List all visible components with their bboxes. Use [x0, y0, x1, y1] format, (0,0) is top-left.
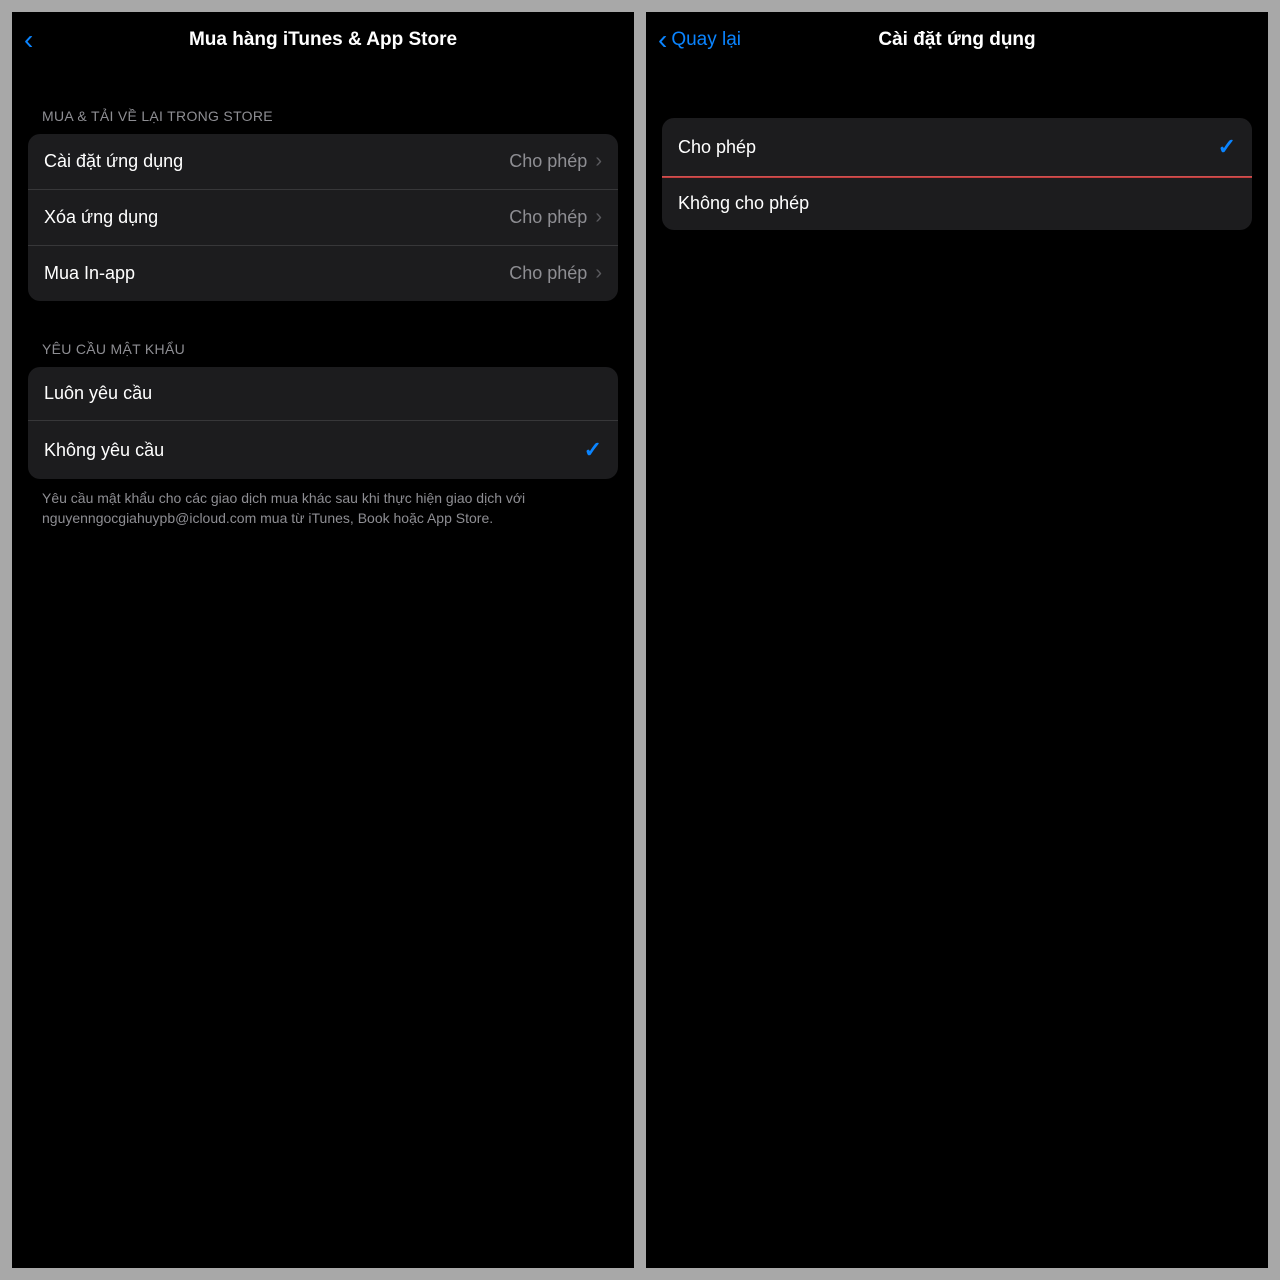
section-header-purchases: MUA & TẢI VỀ LẠI TRONG STORE	[12, 108, 634, 134]
row-label: Không yêu cầu	[44, 440, 164, 461]
row-always-require[interactable]: Luôn yêu cầu	[28, 367, 618, 420]
row-value: Cho phép	[509, 151, 587, 172]
checkmark-icon: ✓	[584, 437, 602, 463]
nav-bar: ‹ Quay lại Cài đặt ứng dụng	[646, 12, 1268, 68]
row-label: Cho phép	[678, 137, 756, 158]
row-label: Mua In-app	[44, 263, 135, 284]
chevron-left-icon: ‹	[658, 26, 667, 54]
back-button[interactable]: ‹ Quay lại	[658, 26, 741, 54]
checkmark-icon: ✓	[1218, 134, 1236, 160]
right-panel: ‹ Quay lại Cài đặt ứng dụng Cho phép ✓ K…	[646, 12, 1268, 1268]
page-title: Mua hàng iTunes & App Store	[24, 29, 622, 51]
chevron-right-icon: ›	[595, 262, 602, 285]
row-label: Xóa ứng dụng	[44, 207, 158, 228]
chevron-right-icon: ›	[595, 150, 602, 173]
nav-bar: ‹ Mua hàng iTunes & App Store	[12, 12, 634, 68]
row-value: Cho phép	[509, 263, 587, 284]
section-header-password: YÊU CẦU MẬT KHẨU	[12, 341, 634, 367]
chevron-left-icon: ‹	[24, 26, 33, 54]
row-allow[interactable]: Cho phép ✓	[662, 118, 1252, 176]
group-allow-options: Cho phép ✓ Không cho phép	[662, 118, 1252, 230]
group-purchases: Cài đặt ứng dụng Cho phép › Xóa ứng dụng…	[28, 134, 618, 301]
left-panel: ‹ Mua hàng iTunes & App Store MUA & TẢI …	[12, 12, 634, 1268]
section-footer: Yêu cầu mật khẩu cho các giao dịch mua k…	[12, 479, 634, 528]
row-label: Không cho phép	[678, 193, 809, 214]
back-label: Quay lại	[671, 29, 741, 51]
row-label: Cài đặt ứng dụng	[44, 151, 183, 172]
row-label: Luôn yêu cầu	[44, 383, 152, 404]
row-install-apps[interactable]: Cài đặt ứng dụng Cho phép ›	[28, 134, 618, 189]
row-value: Cho phép	[509, 207, 587, 228]
page-title: Cài đặt ứng dụng	[658, 29, 1256, 51]
row-dont-allow[interactable]: Không cho phép	[662, 176, 1252, 230]
chevron-right-icon: ›	[595, 206, 602, 229]
row-delete-apps[interactable]: Xóa ứng dụng Cho phép ›	[28, 189, 618, 245]
group-password: Luôn yêu cầu Không yêu cầu ✓	[28, 367, 618, 479]
back-button[interactable]: ‹	[24, 26, 37, 54]
row-in-app-purchases[interactable]: Mua In-app Cho phép ›	[28, 245, 618, 301]
row-dont-require[interactable]: Không yêu cầu ✓	[28, 420, 618, 479]
